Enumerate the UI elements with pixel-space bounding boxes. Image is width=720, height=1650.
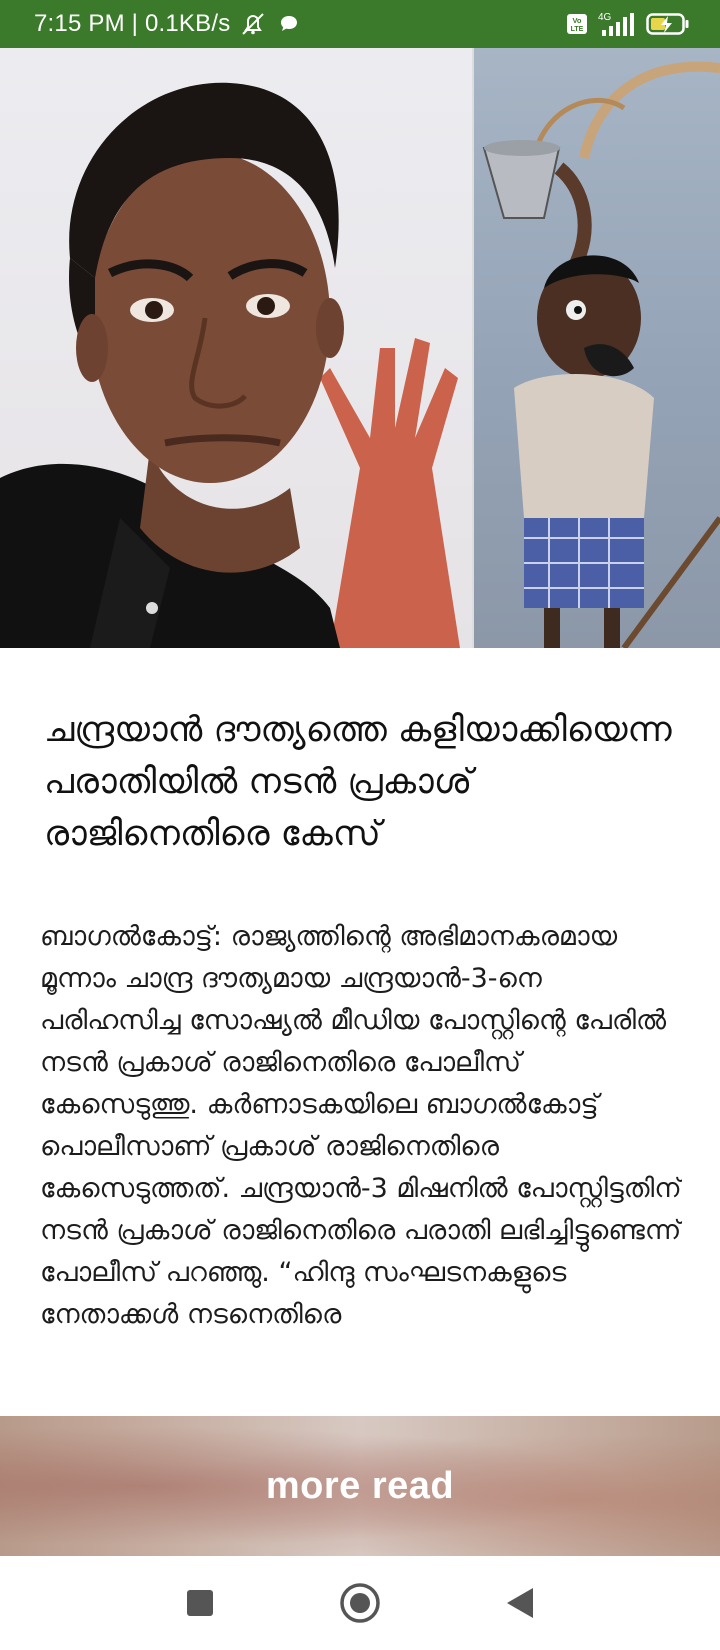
recents-button[interactable] <box>175 1578 225 1628</box>
status-time: 7:15 PM | 0.1KB/s <box>34 10 231 37</box>
home-button[interactable] <box>335 1578 385 1628</box>
hero-image <box>0 48 720 648</box>
navigation-bar <box>0 1556 720 1650</box>
volte-icon: Vo LTE <box>567 14 587 34</box>
chat-icon <box>281 16 298 31</box>
more-read-label: more read <box>265 1464 455 1507</box>
article-body: ബാഗൽകോട്ട്: രാജ്യത്തിന്റെ അഭിമാനകരമായ മൂ… <box>40 921 682 1330</box>
status-icons-left <box>238 11 300 37</box>
mute-icon <box>242 13 265 35</box>
status-bar: 7:15 PM | 0.1KB/s Vo LTE 4G <box>0 0 720 48</box>
circle-icon <box>340 1583 380 1623</box>
triangle-icon <box>507 1588 533 1618</box>
hero-left-portrait <box>0 48 472 648</box>
svg-text:Vo: Vo <box>572 16 581 25</box>
actor-portrait <box>0 82 460 648</box>
status-icons-right: Vo LTE 4G <box>566 11 690 37</box>
svg-text:LTE: LTE <box>571 26 584 33</box>
square-icon <box>187 1590 213 1616</box>
back-button[interactable] <box>495 1578 545 1628</box>
battery-charging-icon <box>646 13 689 35</box>
signal-4g-icon: 4G <box>598 12 634 36</box>
article-headline: ചന്ദ്രയാൻ ദൗത്യത്തെ കളിയാക്കിയെന്ന പരാതി… <box>44 710 672 854</box>
svg-text:4G: 4G <box>598 12 612 23</box>
more-read-button[interactable]: more read <box>0 1416 720 1556</box>
cartoon-tea-pouring <box>482 61 720 648</box>
hero-right-cartoon <box>474 48 720 648</box>
